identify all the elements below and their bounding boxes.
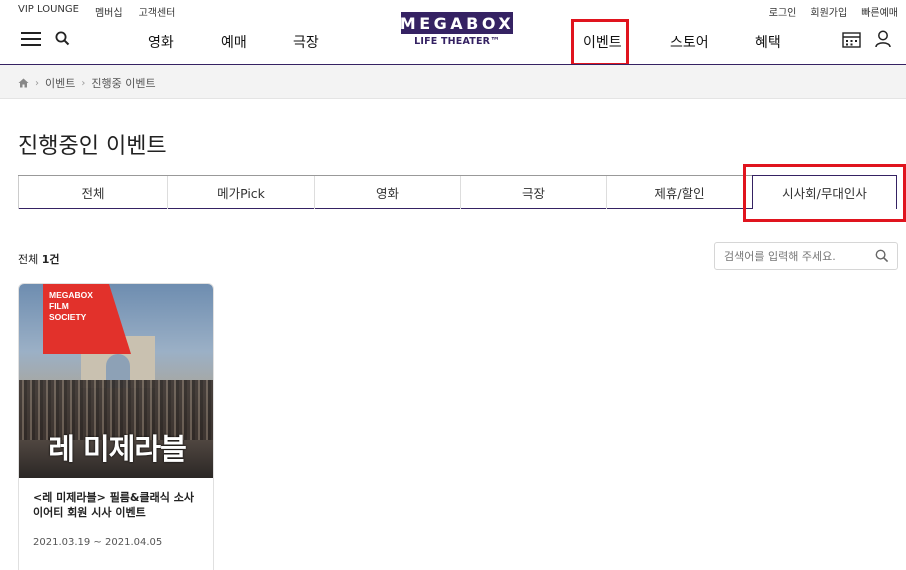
nav-benefit[interactable]: 혜택 — [755, 32, 781, 52]
nav-theater[interactable]: 극장 — [293, 32, 319, 52]
utility-left: VIP LOUNGE 멤버십 고객센터 — [18, 4, 175, 19]
event-date: 2021.03.19 ~ 2021.04.05 — [33, 537, 163, 548]
megabox-logo[interactable]: MEGABOX LIFE THEATER™ — [399, 12, 515, 48]
event-card-body: <레 미제라블> 필름&클래식 소사 이어티 회원 시사 이벤트 2021.03… — [19, 478, 213, 560]
chevron-right-icon: › — [81, 77, 86, 89]
nav-movie[interactable]: 영화 — [148, 32, 174, 52]
tab-megapick[interactable]: 메가Pick — [167, 176, 314, 209]
breadcrumb: › 이벤트 › 진행중 이벤트 — [18, 75, 156, 91]
nav-booking[interactable]: 예매 — [221, 32, 247, 52]
chevron-right-icon: › — [35, 77, 39, 89]
event-search — [714, 242, 898, 270]
vip-lounge-link[interactable]: VIP LOUNGE — [18, 4, 79, 19]
tab-preview-highlight — [743, 164, 906, 222]
page-title: 진행중인 이벤트 — [18, 134, 167, 159]
event-count-value: 1건 — [41, 253, 60, 266]
search-icon[interactable] — [875, 249, 889, 263]
signup-link[interactable]: 회원가입 — [810, 4, 847, 19]
breadcrumb-event[interactable]: 이벤트 — [45, 75, 75, 91]
menu-icon[interactable] — [21, 31, 41, 47]
utility-right: 로그인 회원가입 빠른예매 — [769, 4, 898, 19]
membership-link[interactable]: 멤버십 — [95, 4, 123, 19]
event-card[interactable]: MEGABOX FILM SOCIETY 레 미제라블 <레 미제라블> 필름&… — [18, 283, 214, 570]
tab-theater[interactable]: 극장 — [460, 176, 606, 209]
logo-sub: LIFE THEATER™ — [414, 36, 500, 47]
search-icon[interactable] — [55, 31, 70, 46]
poster-badge-text: MEGABOX FILM SOCIETY — [49, 290, 93, 322]
breadcrumb-ongoing[interactable]: 진행중 이벤트 — [91, 75, 155, 91]
login-link[interactable]: 로그인 — [769, 4, 797, 19]
logo-main: MEGABOX — [399, 12, 515, 34]
home-icon[interactable] — [18, 78, 29, 88]
poster-title: 레 미제라블 — [48, 432, 187, 466]
nav-event-highlight — [571, 19, 629, 66]
event-count-label: 전체 — [18, 253, 39, 266]
search-input[interactable] — [715, 243, 865, 269]
nav-store[interactable]: 스토어 — [670, 32, 709, 52]
event-title[interactable]: <레 미제라블> 필름&클래식 소사 이어티 회원 시사 이벤트 — [33, 490, 199, 520]
breadcrumb-bar: › 이벤트 › 진행중 이벤트 — [0, 65, 906, 99]
tab-movie[interactable]: 영화 — [314, 176, 460, 209]
event-poster[interactable]: MEGABOX FILM SOCIETY 레 미제라블 — [19, 284, 213, 478]
quick-booking-link[interactable]: 빠른예매 — [861, 4, 898, 19]
tab-partnership[interactable]: 제휴/할인 — [606, 176, 752, 209]
customer-center-link[interactable]: 고객센터 — [139, 4, 176, 19]
user-icon[interactable] — [875, 30, 891, 48]
event-count: 전체 1건 — [18, 251, 60, 267]
calendar-icon[interactable] — [842, 31, 861, 48]
tab-all[interactable]: 전체 — [18, 176, 167, 209]
